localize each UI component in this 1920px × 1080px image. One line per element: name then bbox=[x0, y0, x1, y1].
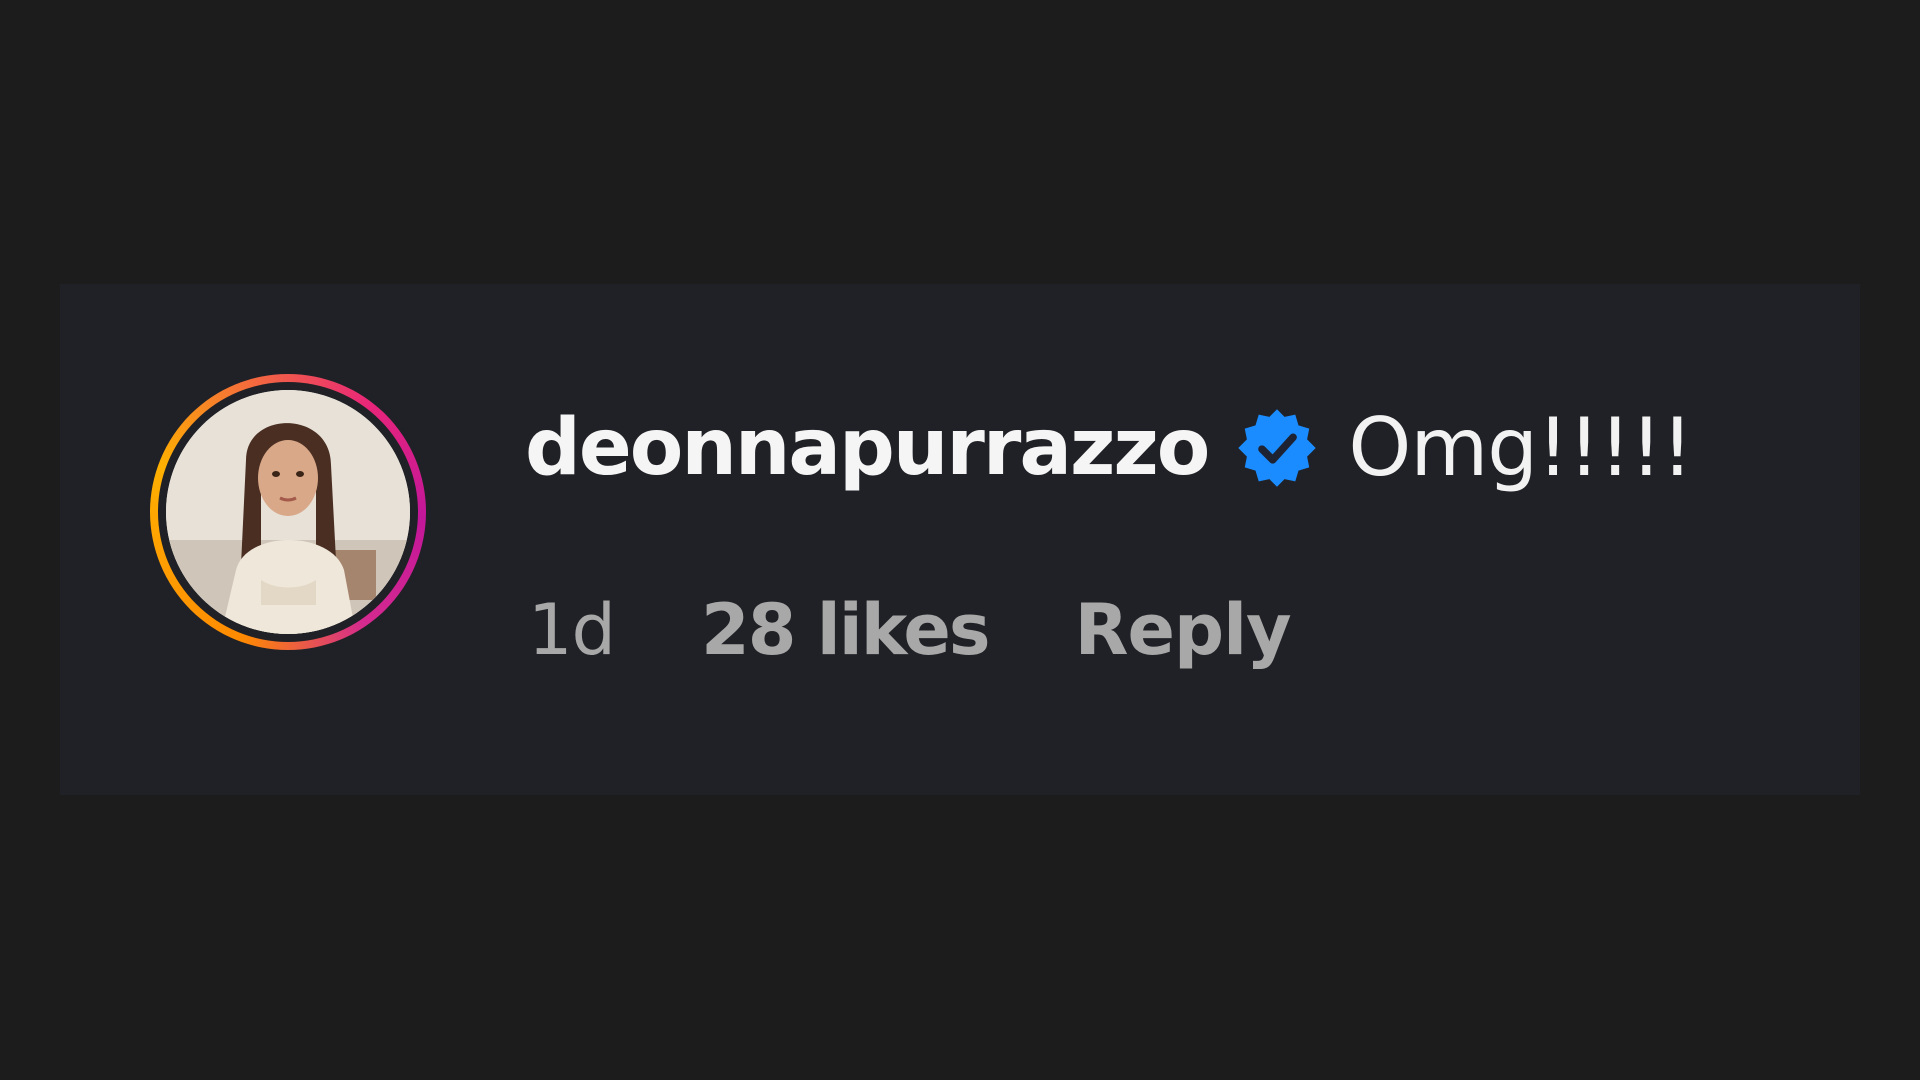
likes-count-button[interactable]: 28 likes bbox=[701, 595, 991, 665]
comment-timestamp[interactable]: 1d bbox=[528, 595, 616, 665]
screenshot-frame: deonnapurrazzo Omg!!!!! 1d 28 likes Repl… bbox=[0, 0, 1920, 1080]
story-ring[interactable] bbox=[150, 374, 426, 650]
reply-button[interactable]: Reply bbox=[1075, 595, 1292, 665]
avatar[interactable] bbox=[166, 390, 410, 634]
comment-line: deonnapurrazzo Omg!!!!! bbox=[525, 401, 1693, 494]
comment-meta: 1d 28 likes Reply bbox=[528, 595, 1292, 665]
verified-badge-icon bbox=[1234, 405, 1320, 491]
profile-photo-icon bbox=[166, 390, 410, 634]
comment-text: Omg!!!!! bbox=[1348, 401, 1693, 494]
username-link[interactable]: deonnapurrazzo bbox=[525, 409, 1210, 487]
